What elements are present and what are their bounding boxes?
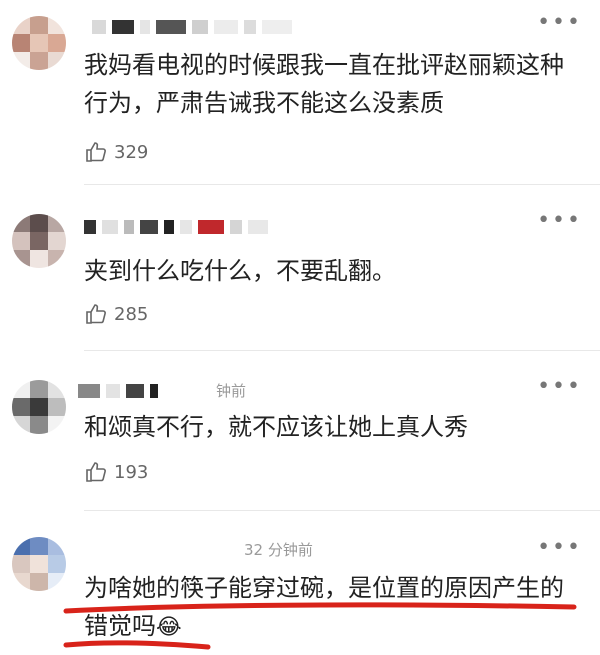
- divider: [84, 350, 600, 351]
- username-blurred[interactable]: [84, 218, 268, 236]
- comment-text: 我妈看电视的时候跟我一直在批评赵丽颖这种行为，严肃告诫我不能这么没素质: [84, 51, 564, 117]
- comment-text: 和颂真不行，就不应该让她上真人秀: [84, 413, 468, 441]
- avatar[interactable]: [12, 380, 66, 434]
- like-count: 193: [114, 461, 149, 483]
- avatar[interactable]: [12, 537, 66, 591]
- divider: [84, 510, 600, 511]
- divider: [84, 184, 600, 185]
- comment-item: ••• 夹到什么吃什么，不要乱翻。 285: [0, 190, 600, 360]
- like-button[interactable]: 193: [84, 460, 148, 484]
- more-dots-icon[interactable]: •••: [537, 10, 582, 35]
- like-button[interactable]: 329: [84, 140, 148, 164]
- comment-item: 钟前 ••• 和颂真不行，就不应该让她上真人秀 193: [0, 360, 600, 515]
- like-count: 329: [114, 141, 149, 163]
- like-count: 285: [114, 303, 149, 325]
- thumbs-up-icon: [86, 462, 106, 482]
- more-dots-icon[interactable]: •••: [537, 208, 582, 233]
- username-blurred[interactable]: [78, 382, 158, 400]
- thumbs-up-icon: [86, 142, 106, 162]
- more-dots-icon[interactable]: •••: [537, 535, 582, 560]
- red-underline-annotation: [63, 602, 577, 650]
- timestamp: 钟前: [216, 382, 247, 400]
- thumbs-up-icon: [86, 304, 106, 324]
- comment-text: 夹到什么吃什么，不要乱翻。: [84, 257, 396, 285]
- timestamp: 32 分钟前: [244, 541, 313, 559]
- like-button[interactable]: 285: [84, 302, 148, 326]
- avatar[interactable]: [12, 214, 66, 268]
- more-dots-icon[interactable]: •••: [537, 374, 582, 399]
- comment-item: 32 分钟前 ••• 为啥她的筷子能穿过碗，是位置的原因产生的错觉吗😂: [0, 515, 600, 650]
- username-blurred[interactable]: [92, 18, 292, 36]
- avatar[interactable]: [12, 16, 66, 70]
- comment-item: ••• 我妈看电视的时候跟我一直在批评赵丽颖这种行为，严肃告诫我不能这么没素质 …: [0, 0, 600, 190]
